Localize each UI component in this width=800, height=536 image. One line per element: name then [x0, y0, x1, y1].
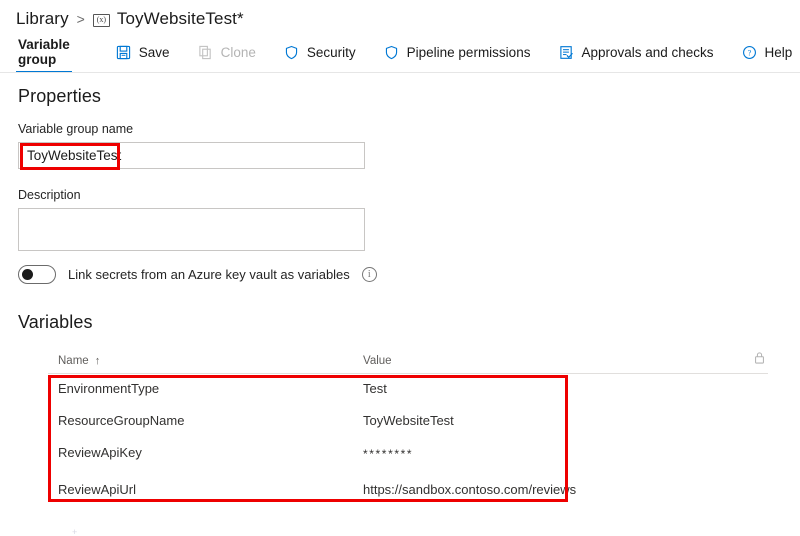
column-header-name[interactable]: Name ↑ [58, 355, 100, 367]
approvals-and-checks-button[interactable]: Approvals and checks [552, 36, 719, 68]
security-button-label: Security [306, 44, 356, 60]
pipeline-permissions-button[interactable]: Pipeline permissions [378, 36, 537, 68]
tab-variable-group-label: Variable group [18, 37, 70, 67]
clone-button-label: Clone [220, 44, 256, 60]
security-button[interactable]: Security [278, 36, 362, 68]
partial-add-row-control[interactable]: + [72, 527, 77, 536]
variables-heading: Variables [18, 312, 93, 332]
variable-group-name-input[interactable] [18, 142, 365, 169]
link-secrets-keyvault-toggle[interactable] [18, 265, 56, 284]
toggle-knob [22, 269, 33, 280]
table-row[interactable]: ReviewApiKey ******** [48, 438, 768, 470]
toolbar: Variable group Save Clone Security Pipel… [0, 36, 800, 73]
variable-name: EnvironmentType [58, 381, 160, 396]
variable-value: Test [363, 381, 387, 396]
variable-value-secret: ******** [363, 447, 414, 461]
approvals-and-checks-button-label: Approvals and checks [581, 44, 714, 60]
breadcrumb-current-title: ToyWebsiteTest* [116, 9, 244, 28]
help-button-label: Help [764, 44, 793, 60]
table-row[interactable]: ResourceGroupName ToyWebsiteTest [48, 406, 768, 438]
description-label: Description [18, 188, 81, 202]
breadcrumb-separator-icon: > [76, 11, 85, 27]
breadcrumb: Library > (x) ToyWebsiteTest* [16, 6, 244, 32]
clone-button: Clone [192, 36, 262, 68]
tab-variable-group[interactable]: Variable group [16, 36, 72, 73]
pipeline-permissions-button-label: Pipeline permissions [406, 44, 531, 60]
keyvault-toggle-row: Link secrets from an Azure key vault as … [18, 265, 377, 284]
column-header-value[interactable]: Value [363, 355, 392, 367]
clone-icon [198, 44, 214, 60]
help-circle-icon: ? [742, 44, 758, 60]
variable-value: https://sandbox.contoso.com/reviews [363, 482, 577, 497]
lock-icon [753, 351, 766, 370]
variable-value: ToyWebsiteTest [363, 413, 454, 428]
table-row[interactable]: ReviewApiUrl https://sandbox.contoso.com… [48, 470, 768, 502]
svg-text:?: ? [748, 48, 752, 57]
variable-name: ResourceGroupName [58, 413, 185, 428]
column-header-name-label: Name [58, 354, 89, 367]
variable-name: ReviewApiUrl [58, 482, 137, 497]
save-button[interactable]: Save [110, 36, 176, 68]
breadcrumb-link-library[interactable]: Library [16, 9, 69, 29]
variables-table: Name ↑ Value EnvironmentType Test Resour… [48, 348, 768, 502]
help-button[interactable]: ? Help [736, 36, 799, 68]
variable-group-icon: (x) [92, 13, 110, 27]
shield-icon [384, 44, 400, 60]
description-textarea[interactable] [18, 208, 365, 251]
variable-group-name-label: Variable group name [18, 122, 134, 136]
save-button-label: Save [138, 44, 170, 60]
shield-icon [284, 44, 300, 60]
link-secrets-keyvault-label: Link secrets from an Azure key vault as … [68, 267, 350, 282]
variable-name: ReviewApiKey [58, 445, 142, 460]
sort-ascending-icon: ↑ [94, 354, 101, 367]
library-variable-group-page: Library > (x) ToyWebsiteTest* Variable g… [0, 0, 800, 536]
save-icon [116, 44, 132, 60]
info-icon[interactable]: i [361, 267, 377, 282]
properties-heading: Properties [18, 86, 102, 106]
checklist-icon [558, 44, 574, 60]
variables-table-header: Name ↑ Value [48, 348, 768, 374]
table-row[interactable]: EnvironmentType Test [48, 374, 768, 406]
toolbar-bottom-rule [0, 72, 800, 73]
